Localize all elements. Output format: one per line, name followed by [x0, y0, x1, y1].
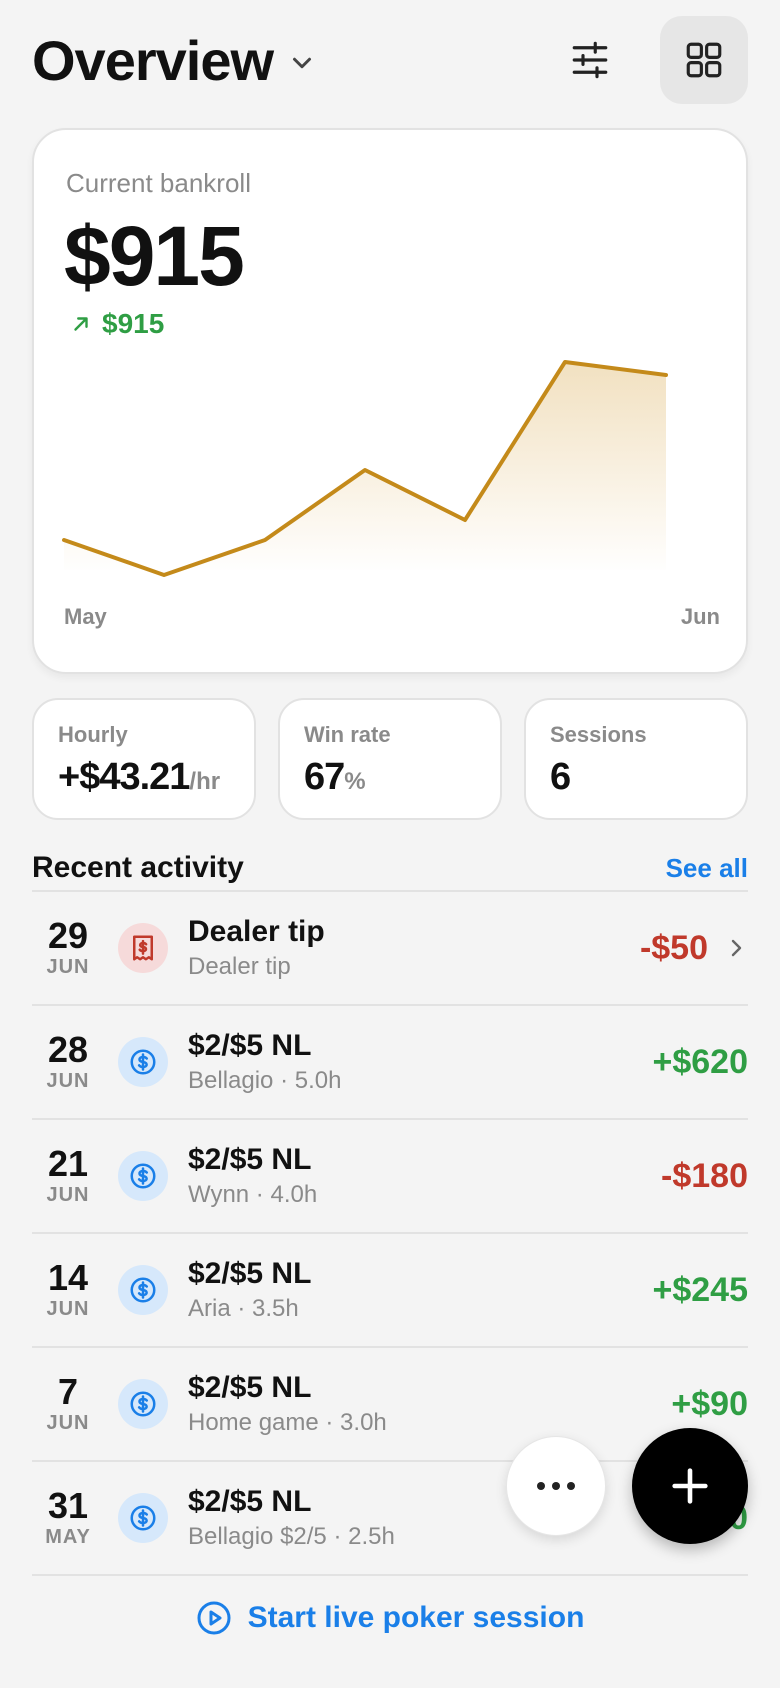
- arrow-up-right-icon: [74, 317, 88, 331]
- x-axis-start-label: May: [64, 604, 108, 629]
- play-circle-icon: [197, 1601, 231, 1635]
- date-day: 28: [47, 1028, 89, 1070]
- activity-date: 7 JUN: [32, 1370, 104, 1435]
- activity-title: $2/$5 NL: [188, 1485, 312, 1518]
- receipt-dollar-icon: [118, 923, 168, 973]
- date-month: JUN: [46, 955, 90, 978]
- activity-title: Dealer tip: [188, 915, 325, 948]
- activity-amount: -$180: [661, 1156, 748, 1195]
- stat-win-rate[interactable]: Win rate 67%: [278, 698, 502, 820]
- activity-amount: +$245: [652, 1270, 749, 1309]
- activity-subtitle: Bellagio · 5.0h: [188, 1067, 342, 1094]
- date-day: 31: [47, 1484, 89, 1526]
- date-month: JUN: [46, 1411, 90, 1434]
- activity-row[interactable]: 14 JUN $2/$5 NL Aria · 3.5h +$245: [32, 1234, 748, 1348]
- activity-row[interactable]: 28 JUN $2/$5 NL Bellagio · 5.0h +$620: [32, 1006, 748, 1120]
- activity-info: $2/$5 NL Home game · 3.0h: [188, 1371, 387, 1437]
- bankroll-change-value: $915: [102, 308, 165, 339]
- activity-date: 21 JUN: [32, 1142, 104, 1207]
- bankroll-change: $915: [70, 308, 164, 340]
- activity-subtitle: Bellagio $2/5 · 2.5h: [188, 1523, 395, 1550]
- activity-amount: -$50: [639, 928, 708, 967]
- date-day: 29: [47, 914, 89, 956]
- sliders-icon: [572, 41, 608, 79]
- activity-subtitle: Aria · 3.5h: [188, 1295, 299, 1322]
- chevron-down-icon: [293, 57, 312, 69]
- activity-date: 28 JUN: [32, 1028, 104, 1093]
- bankroll-amount: $915: [64, 209, 245, 303]
- stat-unit: /hr: [189, 768, 221, 795]
- chevron-right-icon: [731, 939, 742, 957]
- bankroll-label: Current bankroll: [66, 168, 251, 198]
- activity-title: $2/$5 NL: [188, 1371, 312, 1404]
- stat-sessions[interactable]: Sessions 6: [524, 698, 748, 820]
- date-month: MAY: [45, 1525, 91, 1548]
- activity-date: 14 JUN: [32, 1256, 104, 1321]
- activity-date: 31 MAY: [32, 1484, 104, 1549]
- date-day: 14: [47, 1256, 89, 1298]
- stats-row: Hourly +$43.21/hr Win rate 67% Sessions …: [32, 698, 748, 820]
- activity-row[interactable]: 29 JUN Dealer tip Dealer tip -$50: [32, 892, 748, 1006]
- activity-info: $2/$5 NL Bellagio $2/5 · 2.5h: [188, 1485, 395, 1551]
- add-button[interactable]: [632, 1428, 748, 1544]
- activity-info: $2/$5 NL Wynn · 4.0h: [188, 1143, 317, 1209]
- activity-title: $2/$5 NL: [188, 1143, 312, 1176]
- start-live-session-link[interactable]: Start live poker session: [0, 1600, 780, 1636]
- dollar-circle-icon: [118, 1493, 168, 1543]
- activity-date: 29 JUN: [32, 914, 104, 979]
- stat-value: 67%: [304, 756, 366, 798]
- stat-label: Win rate: [304, 722, 391, 747]
- date-month: JUN: [46, 1069, 90, 1092]
- date-day: 21: [47, 1142, 89, 1184]
- activity-row[interactable]: 21 JUN $2/$5 NL Wynn · 4.0h -$180: [32, 1120, 748, 1234]
- activity-subtitle: Dealer tip: [188, 953, 291, 980]
- page-title: Overview: [32, 28, 274, 92]
- more-button[interactable]: [506, 1436, 606, 1536]
- filter-button[interactable]: [546, 16, 634, 104]
- activity-info: Dealer tip Dealer tip: [188, 915, 325, 981]
- recent-activity-header: Recent activity See all: [32, 846, 748, 890]
- x-axis-end-label: Jun: [681, 604, 720, 629]
- dollar-circle-icon: [118, 1151, 168, 1201]
- date-month: JUN: [46, 1297, 90, 1320]
- stat-value: +$43.21/hr: [58, 756, 221, 798]
- see-all-link[interactable]: See all: [666, 853, 748, 884]
- stat-unit: %: [344, 768, 366, 795]
- date-day: 7: [57, 1370, 79, 1412]
- bankroll-chart: May Jun: [62, 360, 720, 629]
- more-horizontal-icon: [537, 1482, 575, 1490]
- stat-label: Hourly: [58, 722, 128, 747]
- activity-amount: +$620: [652, 1042, 749, 1081]
- dollar-circle-icon: [118, 1265, 168, 1315]
- dollar-circle-icon: [118, 1037, 168, 1087]
- activity-title: $2/$5 NL: [188, 1029, 312, 1062]
- start-live-label: Start live poker session: [247, 1601, 585, 1634]
- grid-icon: [686, 42, 722, 78]
- activity-info: $2/$5 NL Aria · 3.5h: [188, 1257, 311, 1323]
- activity-subtitle: Wynn · 4.0h: [188, 1181, 318, 1208]
- stat-value: 6: [550, 756, 571, 798]
- dollar-circle-icon: [118, 1379, 168, 1429]
- overview-dropdown[interactable]: Overview: [32, 28, 317, 93]
- stat-hourly[interactable]: Hourly +$43.21/hr: [32, 698, 256, 820]
- activity-subtitle: Home game · 3.0h: [188, 1409, 387, 1436]
- activity-title: $2/$5 NL: [188, 1257, 312, 1290]
- date-month: JUN: [46, 1183, 90, 1206]
- stat-label: Sessions: [550, 722, 647, 747]
- header-actions: [546, 16, 748, 104]
- header: Overview: [32, 16, 748, 104]
- activity-info: $2/$5 NL Bellagio · 5.0h: [188, 1029, 341, 1095]
- grid-view-button[interactable]: [660, 16, 748, 104]
- plus-icon: [672, 1468, 708, 1504]
- activity-row[interactable]: 7 JUN $2/$5 NL Home game · 3.0h +$90: [32, 1348, 748, 1462]
- bankroll-card[interactable]: Current bankroll $915 $915 May Jun: [32, 128, 748, 674]
- section-title: Recent activity: [32, 851, 244, 884]
- activity-amount: +$90: [671, 1384, 748, 1423]
